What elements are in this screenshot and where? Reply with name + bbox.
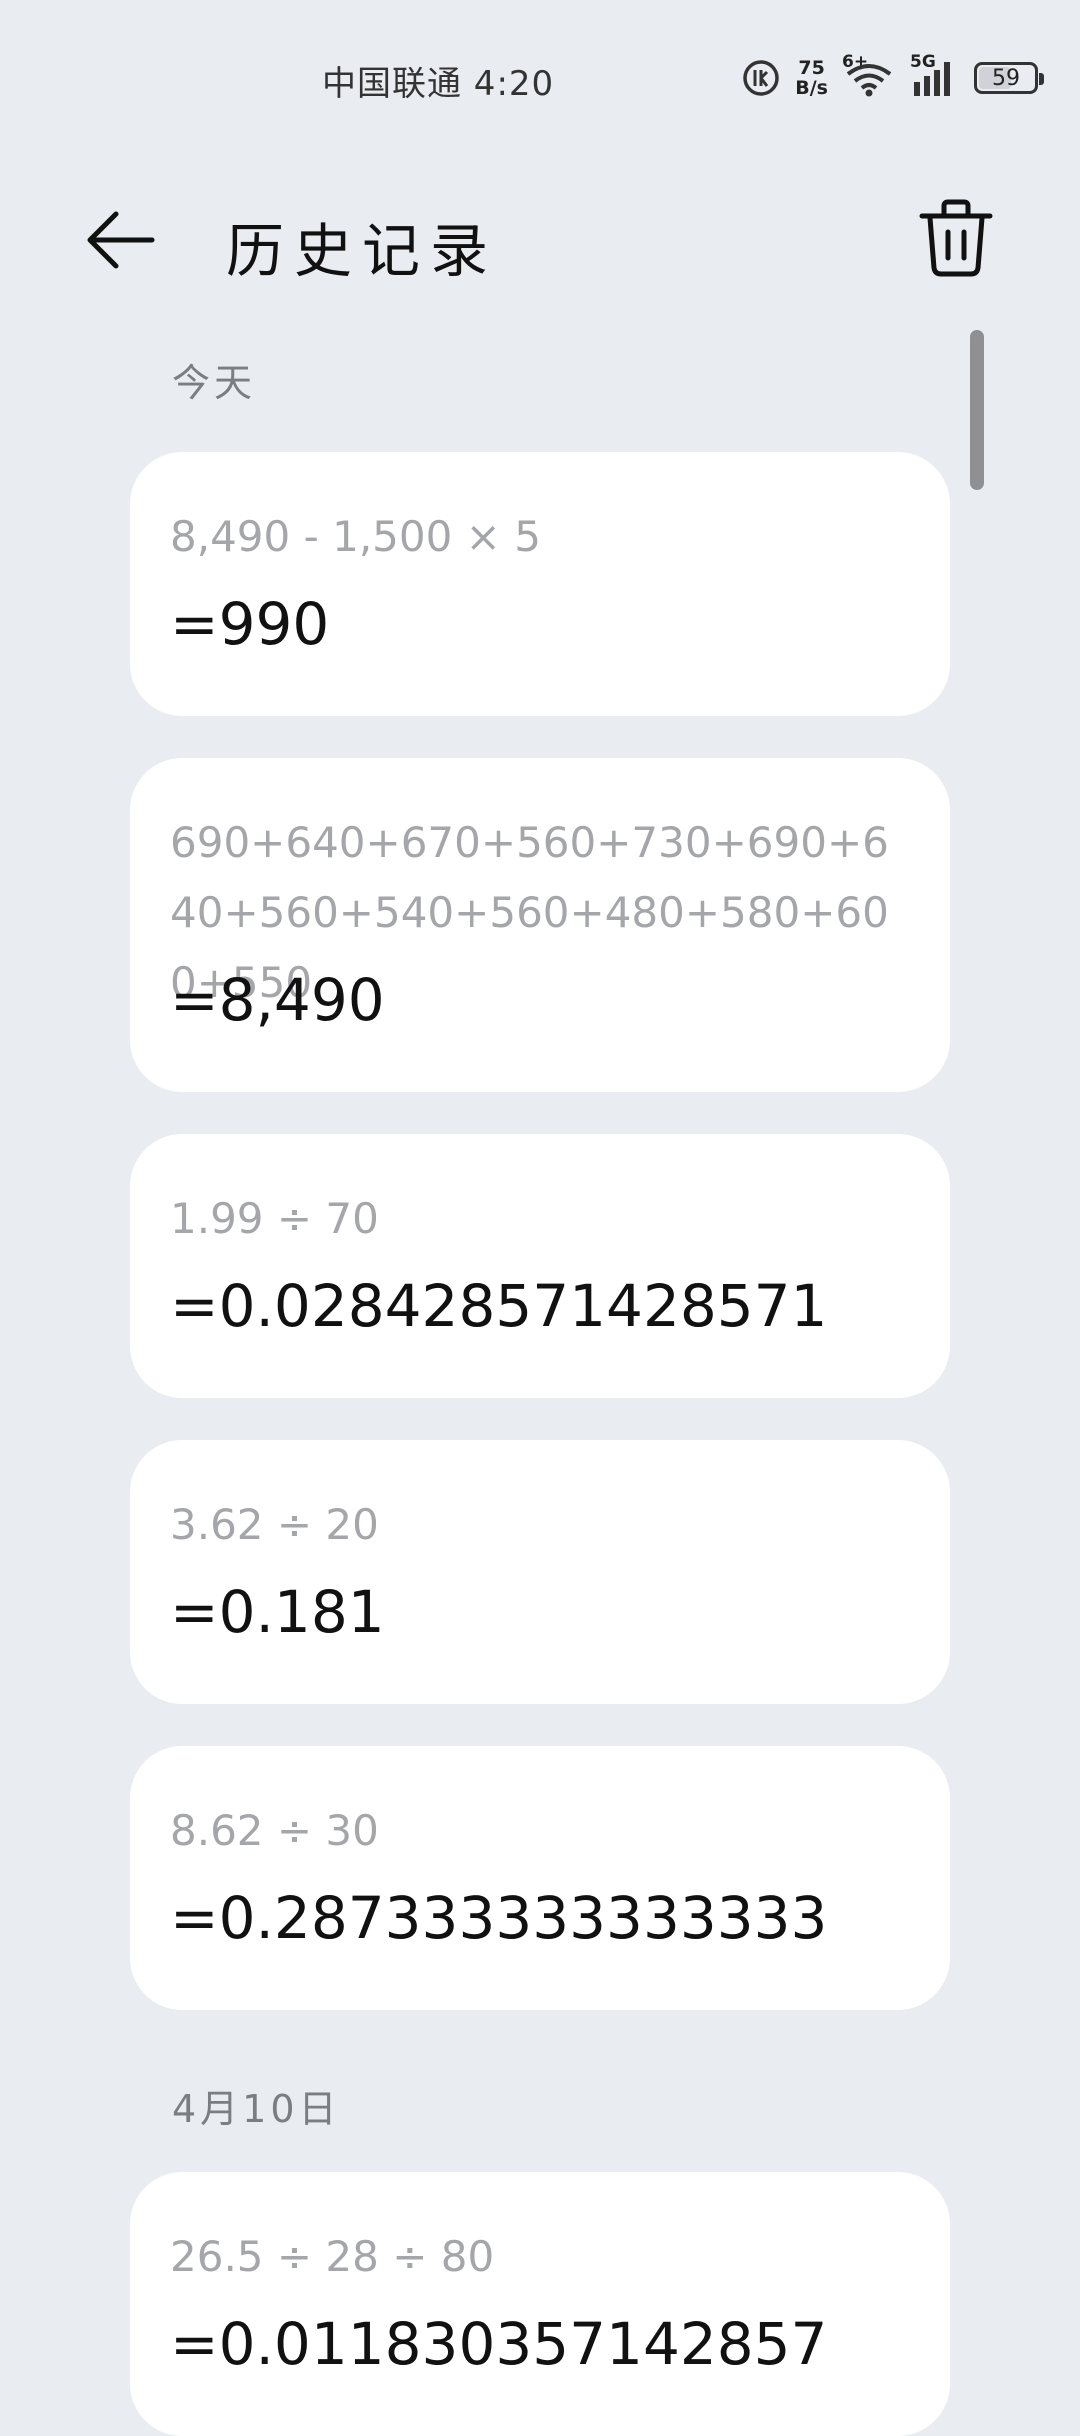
section-label-date: 4月10日 [172, 2087, 341, 2131]
history-item[interactable]: 690+640+670+560+730+690+640+560+540+560+… [130, 758, 950, 1092]
data-saver-icon [743, 60, 780, 96]
battery-indicator: 59 [974, 62, 1044, 94]
header: 历史记录 [0, 180, 1080, 290]
battery-percent: 59 [992, 65, 1020, 91]
page-title: 历史记录 [226, 217, 499, 285]
net-speed-value: 75 [798, 57, 825, 79]
arrow-left-icon [87, 211, 155, 269]
history-result: =8,490 [170, 966, 385, 1034]
status-bar: 中国联通 4:20 75 B/s 6+ 5G 59 [0, 0, 1080, 140]
history-result: =0.181 [170, 1578, 385, 1646]
history-expression: 1.99 ÷ 70 [170, 1194, 379, 1243]
history-item[interactable]: 8,490 - 1,500 × 5 =990 [130, 452, 950, 716]
history-result: =990 [170, 590, 330, 658]
history-item[interactable]: 3.62 ÷ 20 =0.181 [130, 1440, 950, 1704]
history-result: =0.287333333333333 [170, 1884, 828, 1952]
delete-history-button[interactable] [916, 196, 996, 280]
scrollbar[interactable] [970, 330, 984, 490]
history-expression: 8.62 ÷ 30 [170, 1806, 379, 1855]
history-result: =0.011830357142857 [170, 2310, 828, 2378]
history-expression: 3.62 ÷ 20 [170, 1500, 379, 1549]
wifi-icon [846, 64, 892, 97]
history-result: =0.028428571428571 [170, 1272, 828, 1340]
signal-icon [914, 62, 950, 96]
net-speed-unit: B/s [795, 77, 828, 99]
net-speed: 75 B/s [795, 58, 828, 98]
section-label-today: 今天 [172, 361, 257, 405]
history-expression: 8,490 - 1,500 × 5 [170, 512, 541, 561]
history-item[interactable]: 26.5 ÷ 28 ÷ 80 =0.011830357142857 [130, 2172, 950, 2436]
history-item[interactable]: 1.99 ÷ 70 =0.028428571428571 [130, 1134, 950, 1398]
back-button[interactable] [82, 202, 158, 278]
history-item[interactable]: 8.62 ÷ 30 =0.287333333333333 [130, 1746, 950, 2010]
carrier-time: 中国联通 4:20 [322, 64, 555, 104]
history-expression: 26.5 ÷ 28 ÷ 80 [170, 2232, 495, 2281]
wifi-status: 6+ [842, 52, 896, 98]
status-icons: 75 B/s 6+ 5G 59 [741, 52, 1044, 104]
trash-icon [919, 199, 993, 277]
cellular-status: 5G [910, 52, 960, 98]
